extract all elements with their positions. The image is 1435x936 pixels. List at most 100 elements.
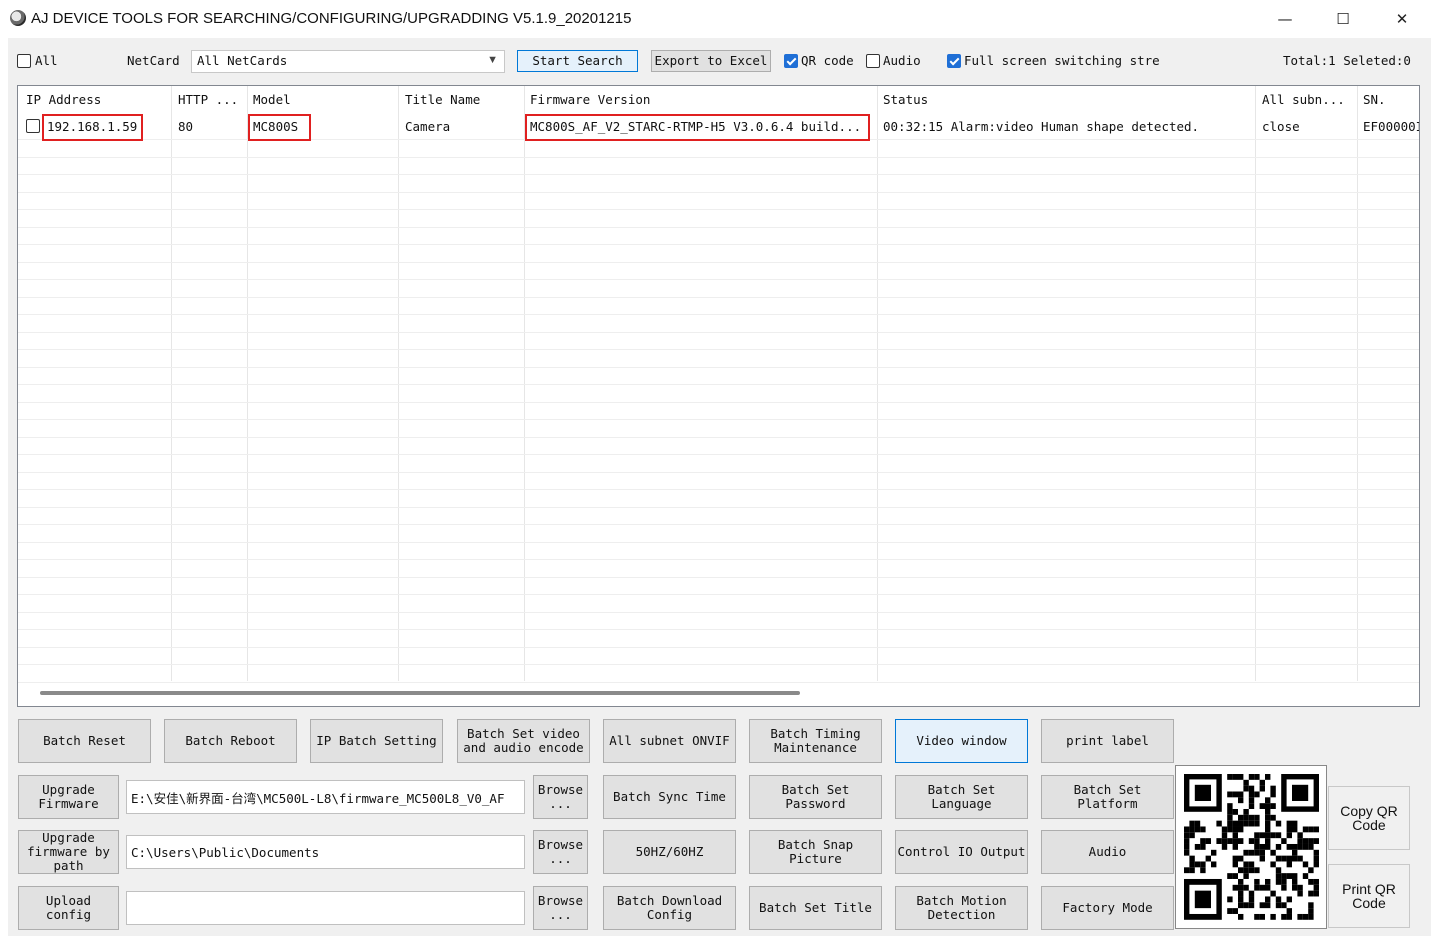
batch-reset-button[interactable]: Batch Reset <box>18 719 151 763</box>
browse-config-button[interactable]: Browse ... <box>533 886 588 930</box>
column-header-model[interactable]: Model <box>253 92 291 107</box>
batch-snap-button[interactable]: Batch Snap Picture <box>749 830 882 874</box>
export-excel-button[interactable]: Export to Excel <box>651 50 771 72</box>
print-label-button[interactable]: print label <box>1041 719 1174 763</box>
batch-sync-time-button[interactable]: Batch Sync Time <box>603 775 736 819</box>
batch-download-config-button[interactable]: Batch Download Config <box>603 886 736 930</box>
copy-qr-button[interactable]: Copy QR Code <box>1328 786 1410 850</box>
ip-batch-setting-button[interactable]: IP Batch Setting <box>310 719 443 763</box>
row-line <box>18 349 1419 350</box>
batch-motion-button[interactable]: Batch Motion Detection <box>895 886 1028 930</box>
batch-video-audio-button[interactable]: Batch Set video and audio encode <box>457 719 590 763</box>
row-line <box>18 594 1419 595</box>
row-line <box>18 419 1419 420</box>
row-checkbox[interactable] <box>26 119 40 133</box>
highlight-model <box>248 114 311 141</box>
print-qr-button[interactable]: Print QR Code <box>1328 864 1410 928</box>
upload-config-button[interactable]: Upload config <box>18 886 119 930</box>
app-icon <box>10 10 26 26</box>
upgrade-firmware-button[interactable]: Upgrade Firmware <box>18 775 119 819</box>
row-line <box>18 227 1419 228</box>
browse-path-button[interactable]: Browse ... <box>533 830 588 874</box>
control-io-button[interactable]: Control IO Output <box>895 830 1028 874</box>
fullscreen-box[interactable] <box>947 53 961 68</box>
qr-code-icon <box>1184 774 1319 920</box>
hz-button[interactable]: 50HZ/60HZ <box>603 830 736 874</box>
upgrade-path-input[interactable] <box>126 835 525 869</box>
config-path-input[interactable] <box>126 891 525 925</box>
row-line <box>18 629 1419 630</box>
batch-set-title-button[interactable]: Batch Set Title <box>749 886 882 930</box>
netcard-value: All NetCards <box>197 53 288 68</box>
row-line <box>18 559 1419 560</box>
row-line <box>18 507 1419 508</box>
row-line <box>18 664 1419 665</box>
netcard-label: NetCard <box>127 53 180 68</box>
batch-set-language-button[interactable]: Batch Set Language <box>895 775 1028 819</box>
row-line <box>18 314 1419 315</box>
qr-code-label: QR code <box>801 53 854 68</box>
row-line <box>18 682 1419 683</box>
all-subnet-onvif-button[interactable]: All subnet ONVIF <box>603 719 736 763</box>
fullscreen-label: Full screen switching stre <box>964 53 1160 68</box>
netcard-select[interactable]: All NetCards ▼ <box>191 50 505 73</box>
row-line <box>18 542 1419 543</box>
cell-title[interactable]: Camera <box>405 119 450 134</box>
select-all-box[interactable] <box>17 53 31 68</box>
cell-http[interactable]: 80 <box>178 119 193 134</box>
firmware-path-input[interactable] <box>126 780 525 814</box>
factory-mode-button[interactable]: Factory Mode <box>1041 886 1174 930</box>
row-line <box>18 192 1419 193</box>
row-line <box>18 262 1419 263</box>
row-line <box>18 367 1419 368</box>
column-header-title[interactable]: Title Name <box>405 92 480 107</box>
device-list[interactable]: IP Address HTTP ... Model Title Name Fir… <box>17 85 1420 707</box>
column-header-firmware[interactable]: Firmware Version <box>530 92 650 107</box>
column-header-http[interactable]: HTTP ... <box>178 92 238 107</box>
cell-subnet[interactable]: close <box>1262 119 1300 134</box>
row-line <box>18 472 1419 473</box>
row-line <box>18 524 1419 525</box>
row-line <box>18 647 1419 648</box>
row-line <box>18 437 1419 438</box>
column-header-sn[interactable]: SN. <box>1363 92 1386 107</box>
upgrade-by-path-button[interactable]: Upgrade firmware by path <box>18 830 119 874</box>
column-header-subnet[interactable]: All subn... <box>1262 92 1345 107</box>
batch-set-platform-button[interactable]: Batch Set Platform <box>1041 775 1174 819</box>
row-line <box>18 297 1419 298</box>
row-line <box>18 174 1419 175</box>
audio-button[interactable]: Audio <box>1041 830 1174 874</box>
window-title: AJ DEVICE TOOLS FOR SEARCHING/CONFIGURIN… <box>31 10 632 27</box>
cell-sn[interactable]: EF00000I <box>1363 119 1419 134</box>
minimize-icon[interactable]: — <box>1263 4 1307 34</box>
row-line <box>18 279 1419 280</box>
horizontal-scrollbar[interactable] <box>40 691 800 695</box>
maximize-icon[interactable]: ☐ <box>1321 4 1365 34</box>
row-line <box>18 577 1419 578</box>
fullscreen-checkbox[interactable]: Full screen switching stre <box>947 53 1169 68</box>
close-icon[interactable]: ✕ <box>1380 4 1424 34</box>
qr-code-panel <box>1175 765 1327 929</box>
browse-firmware-button[interactable]: Browse ... <box>533 775 588 819</box>
select-all-checkbox[interactable]: All <box>17 53 58 68</box>
column-header-ip[interactable]: IP Address <box>26 92 101 107</box>
cell-status[interactable]: 00:32:15 Alarm:video Human shape detecte… <box>883 119 1199 134</box>
row-line <box>18 209 1419 210</box>
chevron-down-icon[interactable]: ▼ <box>487 54 498 66</box>
start-search-button[interactable]: Start Search <box>517 50 638 72</box>
audio-box[interactable] <box>866 53 880 68</box>
highlight-firmware <box>525 114 870 141</box>
row-line <box>18 384 1419 385</box>
row-line <box>18 402 1419 403</box>
title-bar: AJ DEVICE TOOLS FOR SEARCHING/CONFIGURIN… <box>0 0 1435 38</box>
qr-code-checkbox[interactable]: QR code <box>784 53 854 68</box>
batch-set-password-button[interactable]: Batch Set Password <box>749 775 882 819</box>
audio-label: Audio <box>883 53 921 68</box>
batch-timing-button[interactable]: Batch Timing Maintenance <box>749 719 882 763</box>
video-window-button[interactable]: Video window <box>895 719 1028 763</box>
row-line <box>18 489 1419 490</box>
batch-reboot-button[interactable]: Batch Reboot <box>164 719 297 763</box>
audio-checkbox[interactable]: Audio <box>866 53 921 68</box>
column-header-status[interactable]: Status <box>883 92 928 107</box>
qr-code-box[interactable] <box>784 53 798 68</box>
